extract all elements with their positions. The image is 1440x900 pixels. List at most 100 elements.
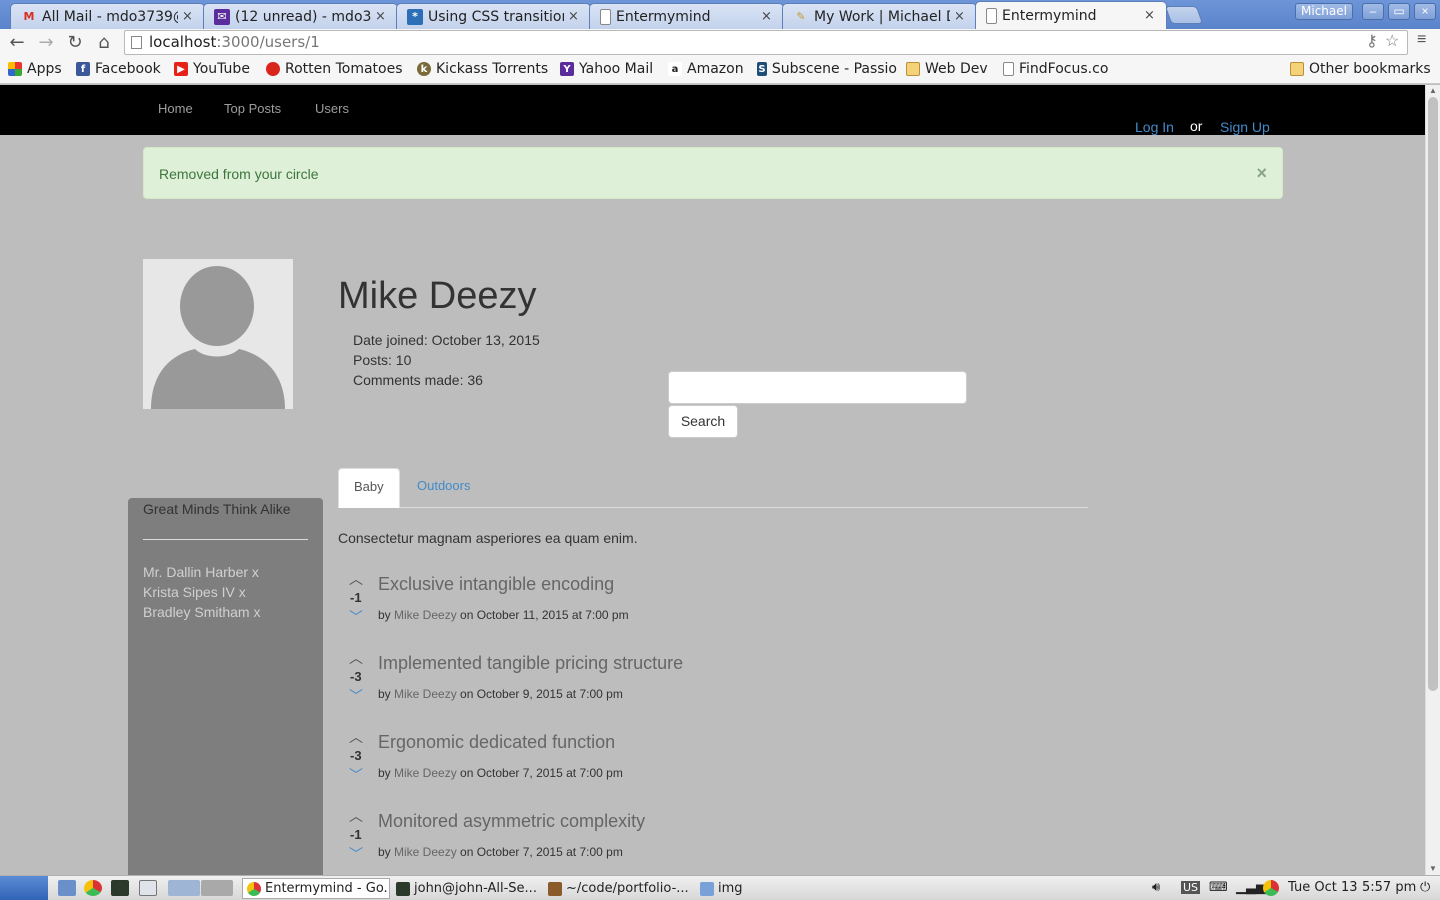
downvote-chevron-icon[interactable]: ﹀	[349, 765, 363, 785]
tab-close-icon[interactable]: ×	[568, 9, 582, 24]
post-author-link[interactable]: Mike Deezy	[394, 687, 457, 701]
nav-top-posts[interactable]: Top Posts	[224, 101, 281, 116]
nav-home[interactable]: Home	[158, 101, 193, 116]
bookmark-label: Web Dev	[925, 61, 988, 77]
nav-users[interactable]: Users	[315, 101, 349, 116]
power-icon[interactable]: ⏻	[1420, 880, 1430, 895]
terminal-icon[interactable]	[111, 880, 129, 896]
alert-close-icon[interactable]: ×	[1256, 164, 1267, 182]
taskbar-task-chrome[interactable]: Entermymind - Go...	[242, 878, 390, 899]
network-signal-icon[interactable]: ▁▃▅	[1236, 880, 1266, 895]
signup-link-label[interactable]: Sign Up	[1220, 119, 1270, 135]
browser-tab-gmail[interactable]: M All Mail - mdo3739@ ×	[10, 3, 205, 29]
search-button[interactable]: Search	[668, 405, 738, 438]
post-meta: by Mike Deezy on October 9, 2015 at 7:00…	[378, 687, 623, 701]
post-author-link[interactable]: Mike Deezy	[394, 766, 457, 780]
close-window-icon[interactable]: ×	[1414, 3, 1436, 20]
upvote-chevron-icon[interactable]: ︿	[349, 727, 363, 747]
browser-tab-css-transitions[interactable]: * Using CSS transition ×	[396, 3, 591, 29]
tab-close-icon[interactable]: ×	[1144, 8, 1158, 23]
post-by: by	[378, 766, 395, 780]
chrome-tray-icon[interactable]	[1263, 880, 1279, 896]
upvote-chevron-icon[interactable]: ︿	[349, 569, 363, 589]
tab-baby[interactable]: Baby	[338, 468, 400, 508]
login-link[interactable]: Log In	[1135, 119, 1174, 135]
bookmark-kickass[interactable]: k Kickass Torrents	[417, 61, 548, 77]
tab-close-icon[interactable]: ×	[761, 9, 775, 24]
keyboard-layout[interactable]: US	[1181, 881, 1201, 894]
volume-icon[interactable]: 🔊︎	[1152, 880, 1160, 895]
taskbar-task-terminal[interactable]: john@john-All-Se...	[392, 878, 542, 899]
home-icon[interactable]: ⌂	[93, 32, 115, 54]
other-bookmarks[interactable]: Other bookmarks	[1290, 61, 1431, 77]
bookmark-subscene[interactable]: S Subscene - Passio	[757, 61, 897, 77]
sidebar-item-krista-sipes[interactable]: Krista Sipes IV x	[143, 582, 308, 602]
page-scrollbar[interactable]: ▲ ▼	[1425, 85, 1440, 875]
search-input[interactable]	[668, 371, 967, 404]
taskbar-task-img-folder[interactable]: img	[696, 878, 776, 899]
window-icon[interactable]	[139, 880, 157, 896]
scroll-up-arrow-icon[interactable]: ▲	[1429, 86, 1437, 95]
minimize-window-icon[interactable]: –	[1362, 3, 1384, 20]
upvote-chevron-icon[interactable]: ︿	[349, 806, 363, 826]
address-bar[interactable]: localhost:3000/users/1	[124, 30, 1408, 55]
bookmark-apps[interactable]: Apps	[8, 61, 62, 77]
scroll-down-arrow-icon[interactable]: ▼	[1429, 864, 1437, 873]
file-manager-icon[interactable]	[58, 880, 76, 896]
back-arrow-icon[interactable]: ←	[6, 32, 28, 54]
workspace-2-icon[interactable]	[201, 880, 233, 896]
browser-tab-entermymind[interactable]: Entermymind ×	[589, 3, 784, 29]
chrome-icon[interactable]	[84, 880, 102, 896]
login-link-label[interactable]: Log In	[1135, 119, 1174, 135]
restore-window-icon[interactable]: ▭	[1388, 3, 1410, 20]
clock-date[interactable]: Tue Oct 13	[1288, 880, 1358, 895]
post-title-link[interactable]: Exclusive intangible encoding	[378, 574, 614, 595]
tab-close-icon[interactable]: ×	[954, 9, 968, 24]
forward-arrow-icon[interactable]: →	[35, 32, 57, 54]
post-author-link[interactable]: Mike Deezy	[394, 845, 457, 859]
taskbar-task-editor[interactable]: ~/code/portfolio-...	[544, 878, 694, 899]
downvote-chevron-icon[interactable]: ﹀	[349, 686, 363, 706]
scrollbar-thumb[interactable]	[1428, 97, 1438, 691]
browser-user-badge[interactable]: Michael	[1295, 3, 1353, 20]
tab-close-icon[interactable]: ×	[375, 9, 389, 24]
bookmark-web-dev[interactable]: Web Dev	[906, 61, 988, 77]
bookmark-amazon[interactable]: a Amazon	[668, 61, 744, 77]
tab-close-icon[interactable]: ×	[182, 9, 196, 24]
bookmark-yahoo-mail[interactable]: Y Yahoo Mail	[560, 61, 653, 77]
bookmark-rotten-tomatoes[interactable]: Rotten Tomatoes	[266, 61, 403, 77]
clock-time[interactable]: 5:57 pm	[1362, 880, 1416, 895]
bookmark-star-icon[interactable]: ☆	[1385, 31, 1399, 51]
signup-link[interactable]: Sign Up	[1220, 119, 1270, 135]
browser-tab-yahoo-mail[interactable]: ✉ (12 unread) - mdo31 ×	[203, 3, 398, 29]
sidebar-item-bradley-smitham[interactable]: Bradley Smitham x	[143, 602, 308, 622]
post-title-link[interactable]: Implemented tangible pricing structure	[378, 653, 683, 674]
browser-tab-my-work[interactable]: ✎ My Work | Michael D ×	[782, 3, 977, 29]
gmail-icon: M	[23, 10, 35, 23]
bookmark-youtube[interactable]: ▶ YouTube	[174, 61, 250, 77]
browser-tab-entermymind-active[interactable]: Entermymind ×	[975, 1, 1167, 29]
downvote-chevron-icon[interactable]: ﹀	[349, 844, 363, 864]
sidebar-item-dallin-harber[interactable]: Mr. Dallin Harber x	[143, 562, 308, 582]
new-tab-button[interactable]	[1164, 6, 1204, 24]
tab-outdoors[interactable]: Outdoors	[402, 468, 485, 508]
downvote-chevron-icon[interactable]: ﹀	[349, 607, 363, 627]
bookmark-findfocus[interactable]: FindFocus.co	[1003, 61, 1108, 77]
reload-icon[interactable]: ↻	[64, 32, 86, 54]
post-title-link[interactable]: Ergonomic dedicated function	[378, 732, 615, 753]
keyboard-icon[interactable]: ⌨	[1209, 880, 1228, 895]
post-title-link[interactable]: Monitored asymmetric complexity	[378, 811, 645, 832]
start-menu-icon[interactable]	[0, 876, 48, 900]
post-score: -3	[350, 669, 362, 684]
browser-tab-strip: M All Mail - mdo3739@ × ✉ (12 unread) - …	[0, 0, 1440, 29]
task-label: ~/code/portfolio-...	[566, 881, 689, 896]
key-icon[interactable]: ⚷	[1366, 31, 1378, 51]
yahoo-mail-icon: ✉	[214, 8, 230, 25]
upvote-chevron-icon[interactable]: ︿	[349, 648, 363, 668]
post-author-link[interactable]: Mike Deezy	[394, 608, 457, 622]
menu-icon[interactable]: ≡	[1417, 31, 1426, 49]
tab-title: (12 unread) - mdo31	[235, 8, 371, 25]
workspace-1-icon[interactable]	[168, 880, 200, 896]
alert-message: Removed from your circle	[159, 166, 319, 182]
bookmark-facebook[interactable]: f Facebook	[76, 61, 161, 77]
